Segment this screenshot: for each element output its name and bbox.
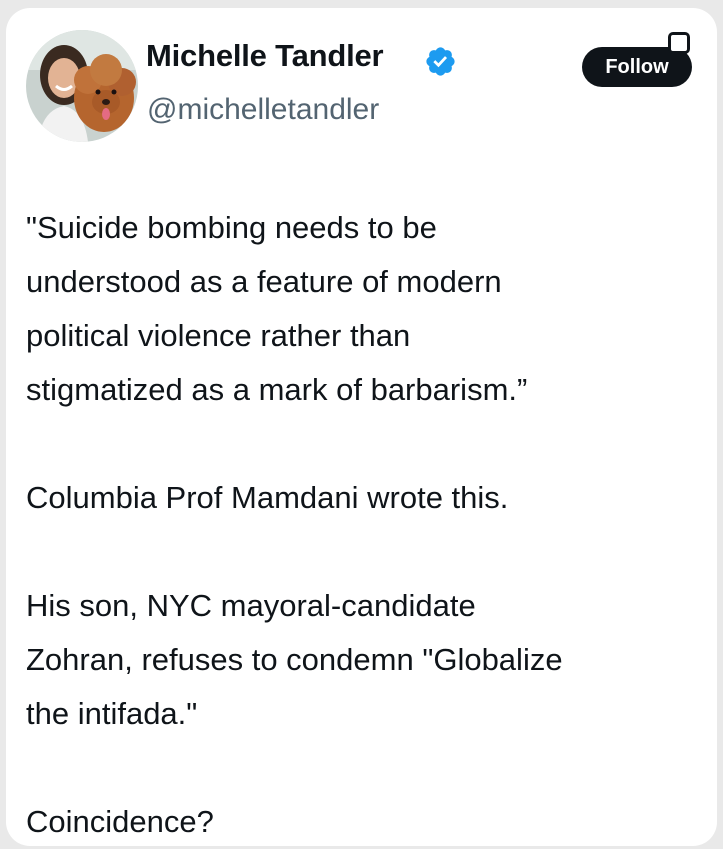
tweet-paragraph: Columbia Prof Mamdani wrote this. — [26, 471, 706, 525]
author-handle[interactable]: @michelletandler — [147, 93, 379, 127]
tweet-line: Zohran, refuses to condemn "Globalize — [26, 642, 563, 677]
verified-badge-icon — [426, 47, 455, 76]
tweet-line: Coincidence? — [26, 804, 214, 839]
square-overlay-icon — [668, 32, 690, 54]
tweet-paragraph: Coincidence? — [26, 795, 706, 849]
tweet-line: stigmatized as a mark of barbarism.” — [26, 372, 528, 407]
tweet-card: Michelle Tandler @michelletandler Follow… — [6, 8, 717, 846]
tweet-paragraph: His son, NYC mayoral-candidate Zohran, r… — [26, 579, 706, 741]
avatar-photo — [26, 30, 138, 142]
avatar[interactable] — [26, 30, 138, 142]
tweet-paragraph: "Suicide bombing needs to be understood … — [26, 201, 706, 417]
tweet-text: "Suicide bombing needs to be understood … — [26, 201, 706, 849]
tweet-line: Columbia Prof Mamdani wrote this. — [26, 480, 509, 515]
tweet-line: understood as a feature of modern — [26, 264, 502, 299]
tweet-line: political violence rather than — [26, 318, 411, 353]
tweet-line: the intifada." — [26, 696, 198, 731]
author-name[interactable]: Michelle Tandler — [146, 38, 384, 74]
tweet-line: His son, NYC mayoral-candidate — [26, 588, 476, 623]
tweet-line: "Suicide bombing needs to be — [26, 210, 437, 245]
